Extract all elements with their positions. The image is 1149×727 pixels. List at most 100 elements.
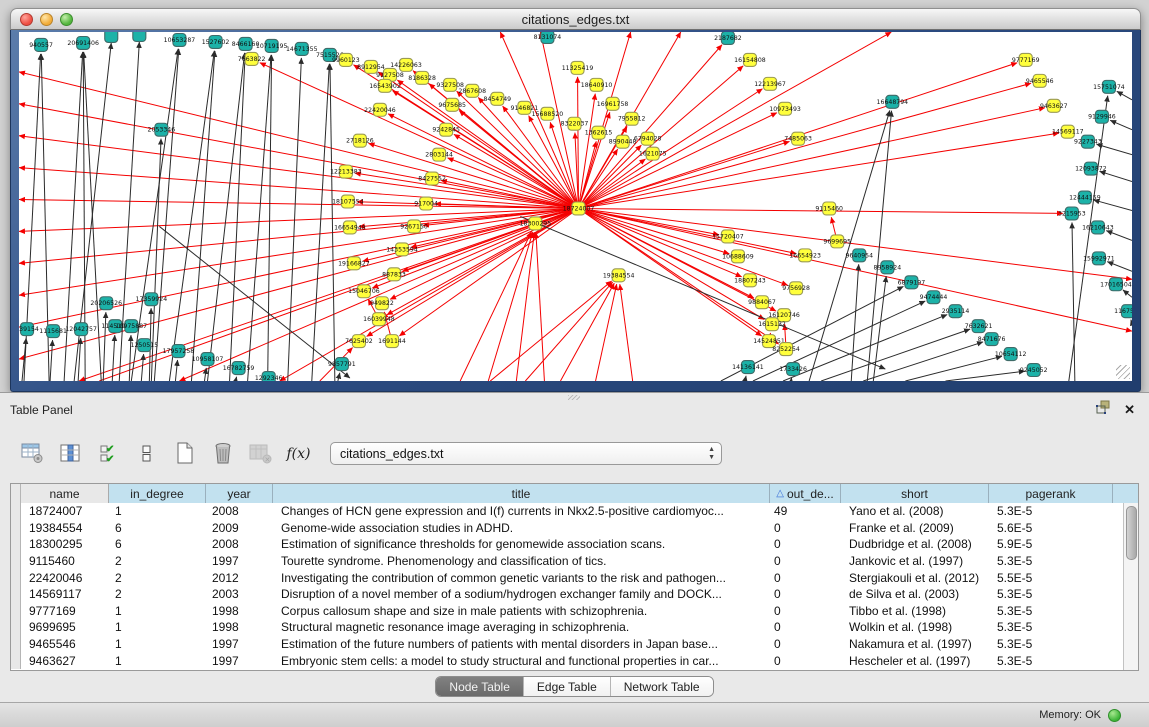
table-cell[interactable]: 2009 (206, 521, 273, 535)
memory-ok-indicator[interactable] (1108, 709, 1121, 722)
table-cell[interactable]: 5.3E-5 (989, 637, 1113, 651)
table-cell[interactable]: 2008 (206, 504, 273, 518)
graph-edge[interactable] (19, 208, 579, 359)
table-cell[interactable]: 0 (770, 521, 841, 535)
table-cell[interactable]: 0 (770, 637, 841, 651)
table-row[interactable]: 1872400712008Changes of HCN gene express… (11, 503, 1123, 520)
graph-edge[interactable] (248, 55, 271, 381)
graph-edge[interactable] (159, 226, 350, 378)
graph-edge[interactable] (579, 83, 1032, 208)
table-cell[interactable]: 18724007 (21, 504, 109, 518)
function-builder-icon[interactable]: f(x) (286, 441, 311, 466)
table-cell[interactable]: Nakamura et al. (1997) (841, 637, 989, 651)
table-cell[interactable]: Dudbridge et al. (2008) (841, 537, 989, 551)
graph-node[interactable] (105, 32, 118, 42)
table-cell[interactable]: 49 (770, 504, 841, 518)
table-cell[interactable]: 22420046 (21, 571, 109, 585)
graph-edge[interactable] (516, 232, 534, 381)
table-cell[interactable]: 0 (770, 620, 841, 634)
network-window-titlebar[interactable]: citations_edges.txt (10, 8, 1141, 30)
graph-edge[interactable] (369, 143, 579, 208)
graph-edge[interactable] (1097, 144, 1132, 154)
show-column-icon[interactable] (58, 441, 83, 466)
window-resize-grip[interactable] (1116, 365, 1130, 379)
table-cell[interactable]: Hescheler et al. (1997) (841, 654, 989, 668)
graph-edge[interactable] (821, 329, 970, 381)
table-cell[interactable]: 2008 (206, 537, 273, 551)
table-cell[interactable]: de Silva et al. (2003) (841, 587, 989, 601)
table-cell[interactable]: Franke et al. (2009) (841, 521, 989, 535)
table-row[interactable]: 1456911722003Disruption of a novel membe… (11, 586, 1123, 603)
tab-edge-table[interactable]: Edge Table (524, 677, 611, 696)
graph-edge[interactable] (19, 136, 579, 209)
graph-edge[interactable] (745, 376, 746, 381)
table-cell[interactable]: 5.3E-5 (989, 554, 1113, 568)
graph-edge[interactable] (50, 340, 52, 381)
graph-edge[interactable] (550, 122, 578, 208)
table-cell[interactable]: 5.6E-5 (989, 521, 1113, 535)
graph-edge[interactable] (330, 64, 335, 381)
table-cell[interactable]: Wolkin et al. (1998) (841, 620, 989, 634)
table-cell[interactable]: 2 (109, 587, 206, 601)
select-all-icon[interactable]: ✔ ✔ (96, 441, 121, 466)
table-cell[interactable]: Estimation of significance thresholds fo… (273, 537, 770, 551)
table-cell[interactable]: 9777169 (21, 604, 109, 618)
column-header-out-degree[interactable]: △out_de... (770, 484, 841, 503)
table-cell[interactable]: 9463627 (21, 654, 109, 668)
table-cell[interactable]: 0 (770, 537, 841, 551)
graph-edge[interactable] (945, 371, 1024, 381)
graph-edge[interactable] (388, 114, 578, 209)
graph-edge[interactable] (454, 134, 579, 208)
table-cell[interactable]: 1997 (206, 554, 273, 568)
table-cell[interactable]: Genome-wide association studies in ADHD. (273, 521, 770, 535)
table-cell[interactable]: 9115460 (21, 554, 109, 568)
graph-edge[interactable] (490, 281, 611, 381)
graph-edge[interactable] (1099, 171, 1132, 181)
table-cell[interactable]: 18300295 (21, 537, 109, 551)
table-cell[interactable]: 6 (109, 521, 206, 535)
graph-edge[interactable] (851, 264, 858, 381)
graph-edge[interactable] (191, 51, 214, 381)
graph-edge[interactable] (783, 315, 947, 381)
table-row[interactable]: 946362711997Embryonic stem cells: a mode… (11, 652, 1123, 669)
table-cell[interactable]: Corpus callosum shape and size in male p… (273, 604, 770, 618)
table-cell[interactable]: 5.3E-5 (989, 604, 1113, 618)
table-vertical-scrollbar[interactable] (1123, 503, 1138, 670)
table-row[interactable]: 911546021997Tourette syndrome. Phenomeno… (11, 553, 1123, 570)
table-cell[interactable]: 9465546 (21, 637, 109, 651)
table-cell[interactable]: Structural magnetic resonance image aver… (273, 620, 770, 634)
table-cell[interactable]: 6 (109, 537, 206, 551)
column-header-pagerank[interactable]: pagerank (989, 484, 1113, 503)
table-selector-dropdown[interactable]: citations_edges.txt ▲▼ (330, 442, 722, 465)
graph-edge[interactable] (620, 284, 633, 381)
graph-edge[interactable] (338, 373, 340, 381)
graph-edge[interactable] (448, 158, 579, 209)
table-cell[interactable]: 1 (109, 504, 206, 518)
table-cell[interactable]: 5.3E-5 (989, 654, 1113, 668)
graph-edge[interactable] (1117, 91, 1132, 100)
graph-edge[interactable] (19, 208, 579, 295)
network-svg[interactable]: 9405572069140610653287152760284661601071… (19, 32, 1132, 381)
table-cell[interactable]: 2012 (206, 571, 273, 585)
table-cell[interactable]: Tibbo et al. (1998) (841, 604, 989, 618)
graph-edge[interactable] (19, 200, 579, 209)
graph-edge[interactable] (175, 360, 177, 381)
table-cell[interactable]: 1 (109, 604, 206, 618)
table-cell[interactable]: 0 (770, 587, 841, 601)
close-panel-button[interactable]: ✕ (1124, 402, 1135, 418)
table-cell[interactable]: 5.9E-5 (989, 537, 1113, 551)
graph-edge[interactable] (1131, 320, 1132, 323)
panel-resize-handle[interactable] (568, 395, 580, 400)
graph-edge[interactable] (236, 377, 237, 381)
column-header-year[interactable]: year (206, 484, 273, 503)
zoom-window-button[interactable] (60, 13, 73, 26)
new-document-icon[interactable] (172, 441, 197, 466)
graph-edge[interactable] (809, 110, 890, 381)
table-cell[interactable]: 5.3E-5 (989, 587, 1113, 601)
close-window-button[interactable] (20, 13, 33, 26)
table-row[interactable]: 969969511998Structural magnetic resonanc… (11, 619, 1123, 636)
table-cell[interactable]: 0 (770, 654, 841, 668)
table-cell[interactable]: 14569117 (21, 587, 109, 601)
table-cell[interactable]: 0 (770, 554, 841, 568)
unselect-all-icon[interactable] (134, 441, 159, 466)
